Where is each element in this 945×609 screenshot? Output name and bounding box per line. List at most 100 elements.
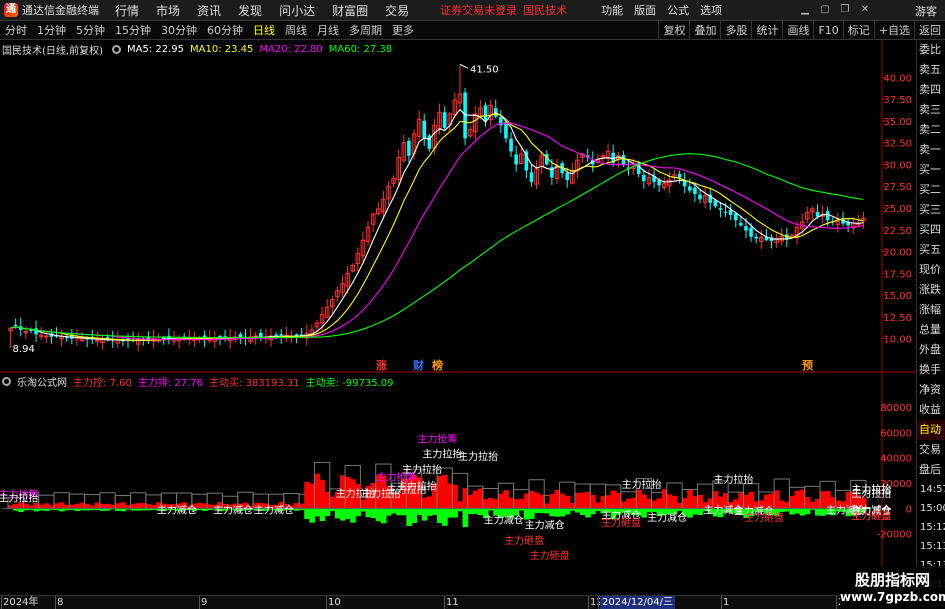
indicator-gear-icon[interactable] — [2, 376, 11, 386]
diejia-button[interactable]: 叠加 — [689, 21, 720, 40]
signal-annotation: 主力砸盘 — [504, 534, 544, 547]
sell-flow-bar — [380, 508, 387, 524]
period-multi[interactable]: 多周期 — [344, 22, 387, 38]
candle-body — [422, 120, 427, 139]
buy-flow-bar — [84, 503, 91, 509]
quote-field-8: 买三 — [919, 203, 941, 216]
quote-field-6: 买一 — [919, 163, 941, 176]
sell-flow-bar — [534, 508, 540, 513]
period-weekly[interactable]: 周线 — [280, 22, 312, 38]
ma10-value: MA10: 23.45 — [190, 43, 254, 55]
sell-flow-bar — [365, 508, 372, 518]
duogu-button[interactable]: 多股 — [720, 21, 751, 40]
buy-flow-bar — [656, 498, 663, 509]
period-monthly[interactable]: 月线 — [312, 22, 344, 38]
buy-flow-bar — [620, 501, 627, 509]
sell-flow-bar — [431, 508, 438, 515]
guest-label[interactable]: 游客 — [915, 3, 937, 19]
signal-annotation: 主力砸盘 — [744, 511, 784, 524]
x-axis-label: 1 — [723, 597, 730, 608]
buy-flow-bar — [534, 492, 540, 509]
buy-flow-bar — [697, 494, 704, 509]
settings-gear-icon[interactable] — [111, 44, 121, 54]
menu-gongshi[interactable]: 公式 — [667, 2, 689, 18]
volume-tick-label: 40000 — [880, 454, 912, 465]
auto-button[interactable]: 自动 — [917, 420, 945, 440]
sell-flow-bar — [411, 508, 418, 523]
candle-body — [698, 194, 702, 200]
biaoji-button[interactable]: 标记 — [842, 21, 874, 40]
period-15min[interactable]: 15分钟 — [110, 22, 156, 38]
sell-flow-bar — [799, 508, 806, 516]
menu-caifuquan[interactable]: 财富圈 — [332, 2, 368, 19]
add-watchlist-button[interactable]: +自选 — [873, 21, 914, 40]
sell-flow-bar — [324, 508, 331, 516]
buy-flow-bar — [794, 490, 801, 509]
period-daily[interactable]: 日线 — [248, 22, 280, 38]
candle-body — [713, 200, 718, 207]
candle-body — [739, 223, 743, 226]
sell-flow-bar — [559, 508, 566, 517]
period-1min[interactable]: 1分钟 — [32, 22, 71, 38]
x-axis-tick — [721, 596, 722, 609]
menu-hangqing[interactable]: 行情 — [115, 2, 139, 19]
trade-time-2: 15:12 — [920, 522, 945, 533]
sell-flow-bar — [549, 508, 555, 517]
minimize-icon[interactable]: ▁ — [798, 3, 812, 17]
buy-flow-bar — [69, 504, 75, 509]
menu-banmian[interactable]: 版面 — [634, 2, 656, 18]
sell-flow-bar — [554, 508, 561, 517]
close-icon[interactable]: ✕ — [858, 3, 872, 17]
candle-body — [677, 173, 682, 178]
f10-button[interactable]: F10 — [813, 21, 842, 40]
x-axis-label: 10 — [328, 597, 341, 608]
back-button[interactable]: 返回 — [914, 21, 945, 40]
watermark-line1: 股朋指标网 — [854, 571, 930, 589]
restore-icon[interactable]: ❐ — [838, 3, 852, 17]
fuquan-button[interactable]: 复权 — [658, 21, 689, 40]
x-axis-label: 9 — [201, 597, 208, 608]
period-60min[interactable]: 60分钟 — [202, 22, 248, 38]
buy-flow-bar — [513, 499, 520, 509]
menu-shichang[interactable]: 市场 — [156, 2, 180, 19]
sell-flow-bar — [789, 508, 795, 515]
menu-zixun[interactable]: 资讯 — [197, 2, 221, 19]
quote-field-5: 卖一 — [919, 143, 941, 156]
candle-body — [509, 138, 513, 152]
event-marker: 涨 — [376, 358, 387, 372]
huaxian-button[interactable]: 画线 — [782, 21, 813, 40]
period-5min[interactable]: 5分钟 — [71, 22, 110, 38]
sell-flow-bar — [539, 508, 545, 514]
menu-wenxiaoda[interactable]: 问小达 — [279, 2, 315, 19]
top-menu-bar: 通 通达信金融终端 行情 市场 资讯 发现 问小达 财富圈 交易 证券交易未登录… — [0, 0, 945, 21]
candle-body — [733, 213, 738, 221]
x-axis-label: 2024年 — [3, 597, 39, 608]
menu-xuanxiang[interactable]: 选项 — [700, 2, 722, 18]
ma20-line — [10, 122, 864, 341]
maximize-icon[interactable]: ▢ — [818, 3, 832, 17]
period-toolbar: 分时 1分钟 5分钟 15分钟 30分钟 60分钟 日线 周线 月线 多周期 更… — [0, 21, 945, 40]
signal-annotation: 主力拉抬 — [422, 448, 462, 461]
low-price-label: 8.94 — [13, 344, 35, 355]
trade-button[interactable]: 交易 — [917, 440, 945, 460]
price-tick-label: 27.50 — [883, 182, 912, 193]
buy-flow-bar — [472, 490, 479, 509]
buy-flow-bar — [605, 495, 612, 509]
chart-area[interactable]: 40.00 37.50 35.00 32.50 30.00 27.50 25.00 22.50… — [0, 40, 916, 595]
period-30min[interactable]: 30分钟 — [156, 22, 202, 38]
sell-flow-bar — [462, 508, 469, 528]
event-marker: 预 — [802, 358, 813, 372]
login-notice[interactable]: 证券交易未登录 — [440, 2, 517, 18]
menu-faxian[interactable]: 发现 — [238, 2, 262, 19]
candle-body — [64, 337, 69, 339]
menu-jiaoyi[interactable]: 交易 — [385, 2, 409, 19]
buy-flow-bar — [641, 494, 647, 509]
tongji-button[interactable]: 统计 — [751, 21, 782, 40]
after-hours-button[interactable]: 盘后 — [917, 460, 945, 480]
candle-body — [815, 211, 820, 217]
x-axis-tick — [836, 596, 837, 609]
menu-gongneng[interactable]: 功能 — [601, 2, 623, 18]
ma60-value: MA60: 27.38 — [328, 43, 393, 55]
period-fenshi[interactable]: 分时 — [0, 22, 32, 38]
period-more[interactable]: 更多 — [387, 22, 419, 38]
